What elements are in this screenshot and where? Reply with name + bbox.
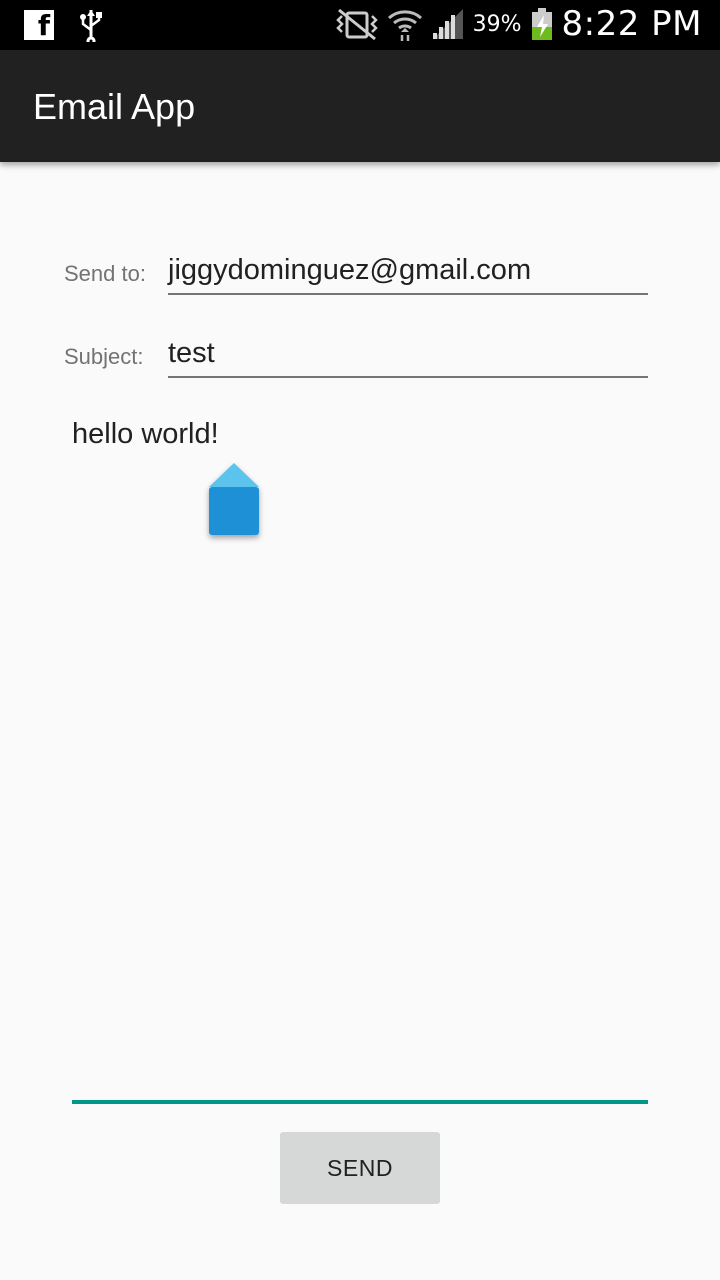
subject-label: Subject: [64, 344, 144, 369]
text-cursor-handle[interactable] [207, 463, 261, 537]
message-text: hello world! [72, 418, 219, 450]
app-bar: Email App [0, 50, 720, 162]
signal-icon [432, 9, 463, 39]
send-to-input[interactable]: jiggydominguez@gmail.com [168, 245, 648, 295]
vibrate-icon [335, 8, 378, 41]
battery-charging-icon [531, 8, 552, 40]
wifi-icon [387, 10, 422, 41]
subject-row: Subject: test [64, 328, 648, 378]
message-input[interactable]: hello world! [72, 418, 648, 1104]
subject-input[interactable]: test [168, 328, 648, 378]
status-bar: f 39% 8:22 PM [0, 0, 720, 50]
usb-icon [80, 10, 102, 42]
facebook-icon: f [24, 10, 54, 40]
send-to-label: Send to: [64, 261, 146, 286]
battery-percent: 39% [472, 11, 522, 37]
send-button[interactable]: SEND [280, 1132, 440, 1204]
clock: 8:22 PM [561, 4, 702, 44]
app-title: Email App [33, 86, 196, 127]
send-to-row: Send to: jiggydominguez@gmail.com [64, 245, 648, 295]
